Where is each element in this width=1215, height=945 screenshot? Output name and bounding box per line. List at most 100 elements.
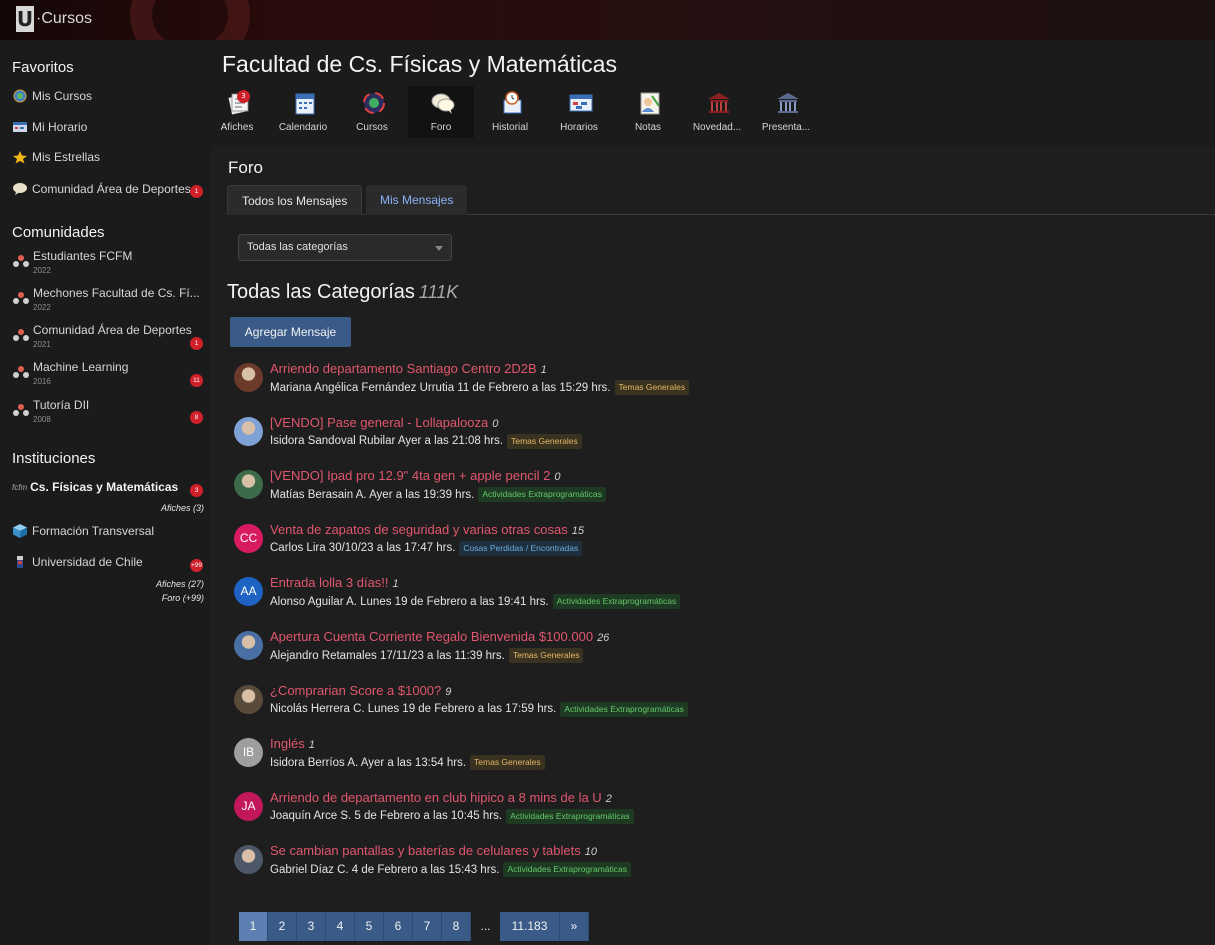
post-title-text: Entrada lolla 3 días!! xyxy=(270,575,389,591)
add-message-button[interactable]: Agregar Mensaje xyxy=(230,317,351,347)
post-title[interactable]: Inglés 1 xyxy=(270,736,315,751)
header-swoosh-graphic xyxy=(130,0,250,40)
category-tag[interactable]: Temas Generales xyxy=(470,755,545,771)
category-select[interactable]: Todas las categorías xyxy=(238,234,452,261)
tool-cursos[interactable]: Cursos xyxy=(339,86,405,138)
post-title[interactable]: [VENDO] Ipad pro 12.9" 4ta gen + apple p… xyxy=(270,468,560,483)
tool-horarios[interactable]: Horarios xyxy=(546,86,612,138)
tool-notas[interactable]: Notas xyxy=(615,86,681,138)
community-icon xyxy=(13,255,29,267)
category-tag[interactable]: Actividades Extraprogramáticas xyxy=(552,594,681,610)
post-title[interactable]: Se cambian pantallas y baterías de celul… xyxy=(270,843,597,858)
pagination: 1 2 3 4 5 6 7 8... 11.183» xyxy=(239,912,589,941)
tool-label: Notas xyxy=(634,122,662,133)
post-title[interactable]: Entrada lolla 3 días!! 1 xyxy=(270,575,399,590)
avatar xyxy=(234,631,263,660)
page-button[interactable]: 4 xyxy=(326,912,355,941)
institution-universidad-de-chile[interactable]: Universidad de Chile xyxy=(12,555,143,569)
community-item[interactable]: Comunidad Área de Deportes 2021 xyxy=(12,323,207,357)
post-title[interactable]: Arriendo de departamento en club hipico … xyxy=(270,790,612,805)
afiches-link[interactable]: Afiches (3) xyxy=(161,503,204,513)
chevron-down-icon xyxy=(435,246,443,251)
ucursos-logo[interactable]: U ·Cursos xyxy=(16,6,92,32)
next-page-button[interactable]: » xyxy=(560,912,589,941)
tool-novedades[interactable]: Novedad... xyxy=(684,86,750,138)
list-item[interactable]: IB Inglés 1 Isidora Berríos A. Ayer a las 1… xyxy=(234,736,1134,776)
tool-label: Novedad... xyxy=(692,122,742,133)
community-name: Machine Learning xyxy=(33,360,129,374)
category-tag[interactable]: Temas Generales xyxy=(508,648,584,663)
page-button[interactable]: 3 xyxy=(297,912,326,941)
news-icon xyxy=(708,93,730,113)
post-author-date: Gabriel Díaz C. 4 de Febrero a las 15:43… xyxy=(270,863,500,876)
sidebar-item-mis-estrellas[interactable]: Mis Estrellas xyxy=(12,150,100,164)
post-title[interactable]: ¿Comprarian Score a $1000? 9 xyxy=(270,683,451,698)
list-item[interactable]: Apertura Cuenta Corriente Regalo Bienven… xyxy=(234,629,1134,669)
page-button[interactable]: 11.183 xyxy=(500,912,560,941)
post-author-date: Carlos Lira 30/10/23 a las 17:47 hrs. xyxy=(270,542,456,555)
comunidades-title: Comunidades xyxy=(12,224,105,241)
avatar xyxy=(234,363,263,392)
list-item[interactable]: CC Venta de zapatos de seguridad y varias… xyxy=(234,522,1134,562)
category-tag[interactable]: Temas Generales xyxy=(614,380,690,395)
page-button[interactable]: 1 xyxy=(239,912,268,941)
tool-historial[interactable]: Historial xyxy=(477,86,543,138)
institution-fcfm[interactable]: fcfm Cs. Físicas y Matemáticas xyxy=(12,480,178,494)
post-meta: Carlos Lira 30/10/23 a las 17:47 hrs. Cos… xyxy=(270,540,583,556)
avatar: JA xyxy=(234,791,263,821)
foro-link[interactable]: Foro (+99) xyxy=(162,593,204,603)
post-author-date: Alonso Aguilar A. Lunes 19 de Febrero a … xyxy=(270,595,549,608)
sidebar: Favoritos Mis Cursos Mi Horario Mis Estr… xyxy=(0,40,210,945)
list-item[interactable]: [VENDO] Ipad pro 12.9" 4ta gen + apple p… xyxy=(234,468,1134,508)
list-item[interactable]: ¿Comprarian Score a $1000? 9 Nicolás Herre… xyxy=(234,683,1134,723)
category-tag[interactable]: Actividades Extraprogramáticas xyxy=(503,862,632,878)
post-title-text: [VENDO] Ipad pro 12.9" 4ta gen + apple p… xyxy=(270,468,551,484)
post-title[interactable]: Arriendo departamento Santiago Centro 2D… xyxy=(270,361,547,376)
tool-presentacion[interactable]: Presenta... xyxy=(753,86,819,138)
institution-formacion-transversal[interactable]: Formación Transversal xyxy=(12,524,154,538)
post-title[interactable]: [VENDO] Pase general - Lollapalooza 0 xyxy=(270,415,498,430)
list-item[interactable]: [VENDO] Pase general - Lollapalooza 0 Isid… xyxy=(234,415,1134,455)
tool-foro[interactable]: Foro xyxy=(408,86,474,138)
page-button[interactable]: 8 xyxy=(442,912,471,941)
tool-afiches[interactable]: 3 Afiches xyxy=(204,86,270,138)
post-title[interactable]: Venta de zapatos de seguridad y varias o… xyxy=(270,522,584,537)
community-item[interactable]: Mechones Facultad de Cs. Fí... 2022 xyxy=(12,286,207,320)
list-item[interactable]: AA Entrada lolla 3 días!! 1 Alonso Aguilar … xyxy=(234,575,1134,615)
page-button[interactable]: 5 xyxy=(355,912,384,941)
list-item[interactable]: Arriendo departamento Santiago Centro 2D… xyxy=(234,361,1134,401)
page-button[interactable]: 6 xyxy=(384,912,413,941)
category-tag[interactable]: Actividades Extraprogramáticas xyxy=(560,701,688,717)
community-icon xyxy=(13,404,29,416)
category-tag[interactable]: Temas Generales xyxy=(507,433,582,449)
instituciones-title: Instituciones xyxy=(12,450,96,467)
page-button[interactable]: 2 xyxy=(268,912,297,941)
chat-bubble-icon xyxy=(13,183,27,195)
list-item[interactable]: Se cambian pantallas y baterías de celul… xyxy=(234,843,1134,883)
tool-calendario[interactable]: Calendario xyxy=(270,86,336,138)
tab-mis-mensajes[interactable]: Mis Mensajes xyxy=(366,185,468,215)
sidebar-item-comunidad-deportes[interactable]: Comunidad Área de Deportes xyxy=(12,182,191,196)
category-tag[interactable]: Actividades Extraprogramáticas xyxy=(506,808,634,824)
page-button[interactable]: 7 xyxy=(413,912,442,941)
post-title-text: Se cambian pantallas y baterías de celul… xyxy=(270,843,581,859)
calendar-icon xyxy=(295,93,315,115)
afiches-link[interactable]: Afiches (27) xyxy=(156,579,204,589)
sidebar-item-mi-horario[interactable]: Mi Horario xyxy=(12,120,87,134)
community-item[interactable]: Estudiantes FCFM 2022 xyxy=(12,249,207,283)
reply-count: 10 xyxy=(584,846,597,859)
list-item[interactable]: JA Arriendo de departamento en club hipic… xyxy=(234,790,1134,830)
post-meta: Isidora Sandoval Rubilar Ayer a las 21:0… xyxy=(270,433,582,449)
community-item[interactable]: Tutoría DII 2008 xyxy=(12,398,207,432)
pagination-ellipsis: ... xyxy=(480,919,491,933)
post-title[interactable]: Apertura Cuenta Corriente Regalo Bienven… xyxy=(270,629,609,644)
post-meta: Isidora Berríos A. Ayer a las 13:54 hrs.… xyxy=(270,755,545,771)
community-item[interactable]: Machine Learning 2016 xyxy=(12,360,207,394)
category-tag[interactable]: Actividades Extraprogramáticas xyxy=(478,487,606,503)
sidebar-item-mis-cursos[interactable]: Mis Cursos xyxy=(12,89,92,103)
tab-todos-los-mensajes[interactable]: Todos los Mensajes xyxy=(227,185,363,215)
community-name: Mechones Facultad de Cs. Fí... xyxy=(33,286,200,300)
community-icon xyxy=(13,292,29,304)
category-tag[interactable]: Cosas Perdidas / Encontradas xyxy=(459,540,583,556)
post-title-text: Arriendo departamento Santiago Centro 2D… xyxy=(270,361,537,376)
